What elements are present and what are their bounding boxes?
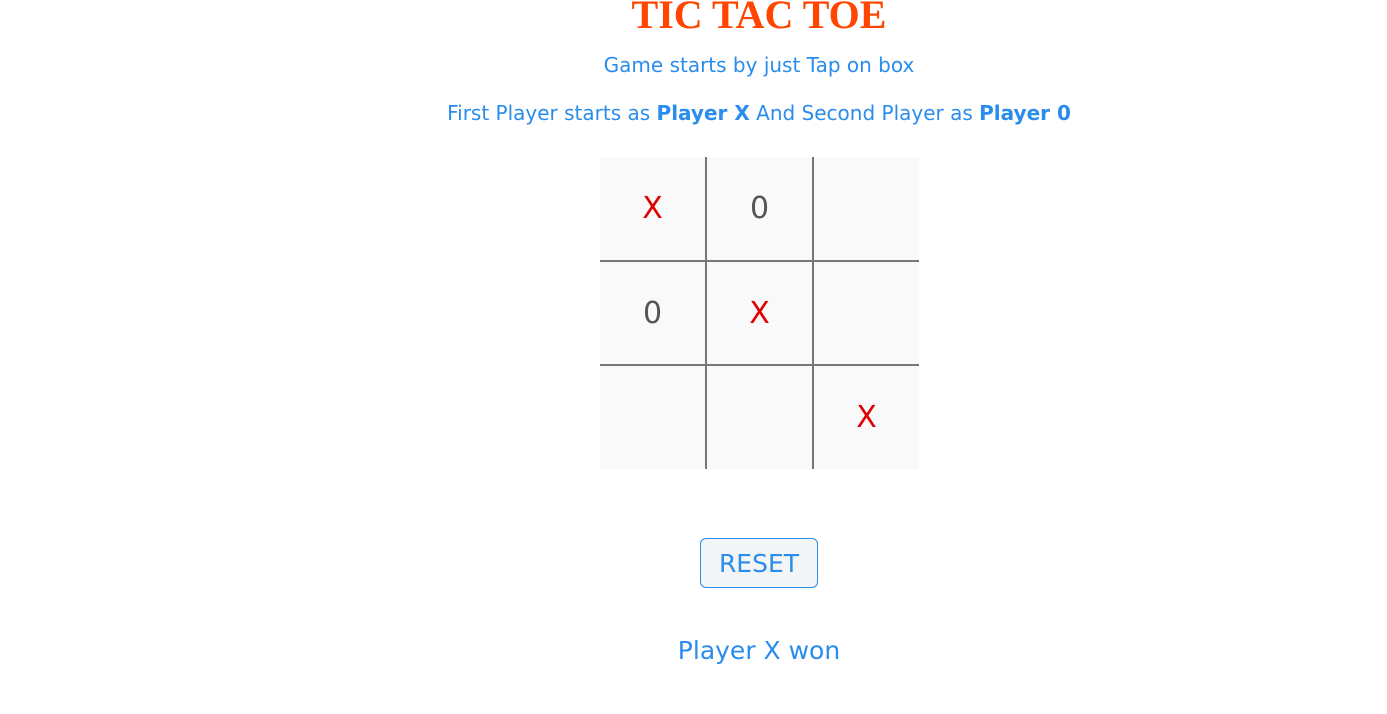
board-cell-9[interactable]: X [814,366,919,469]
player-o-label: Player 0 [979,101,1071,125]
game-instructions: First Player starts as Player X And Seco… [0,100,1387,126]
player-x-label: Player X [656,101,750,125]
board-cell-7[interactable] [600,366,705,469]
board-cell-2[interactable]: 0 [707,157,812,260]
game-title: TIC TAC TOE [631,0,887,37]
board-cell-6[interactable] [814,262,919,364]
game-board: X 0 0 X X [600,157,919,469]
game-subtitle: Game starts by just Tap on box [603,53,915,77]
instructions-prefix: First Player starts as [447,101,657,125]
board-cell-3[interactable] [814,157,919,260]
reset-button[interactable]: RESET [700,538,818,588]
instructions-middle: And Second Player as [749,101,980,125]
board-cell-8[interactable] [707,366,812,469]
board-cell-1[interactable]: X [600,157,705,260]
board-cell-4[interactable]: 0 [600,262,705,364]
board-cell-5[interactable]: X [707,262,812,364]
game-status: Player X won [677,636,841,665]
